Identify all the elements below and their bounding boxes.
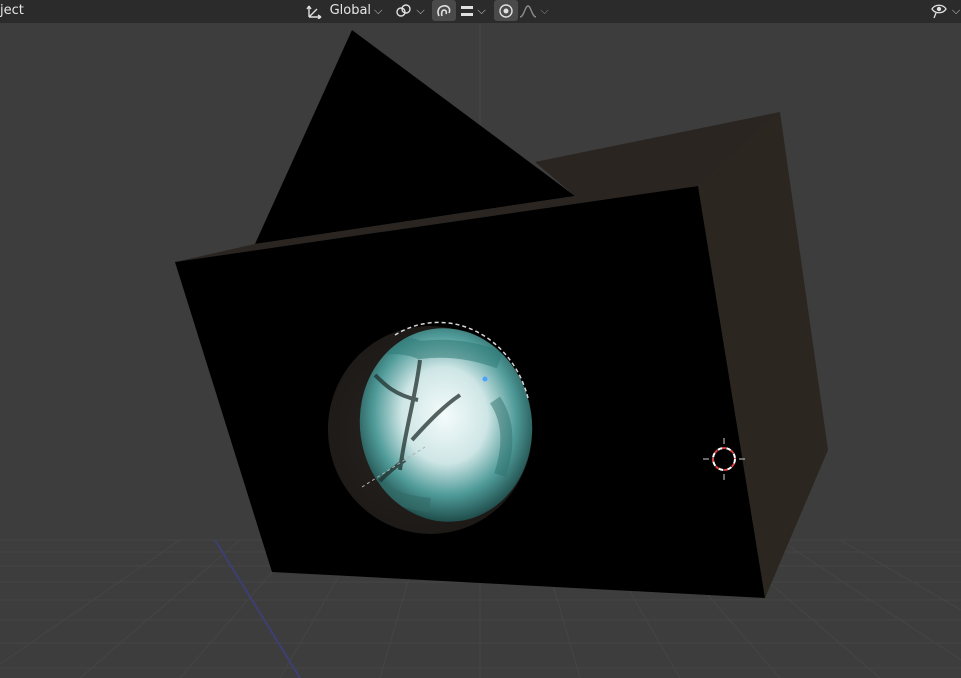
snap-target-dropdown[interactable]: ⌵ [456,0,490,21]
snap-magnet-icon [435,3,453,19]
falloff-curve-icon [519,4,537,18]
chevron-down-icon: ⌵ [477,3,486,17]
chevron-down-icon: ⌵ [951,3,961,17]
transform-orientation-icon [305,3,324,19]
object-visibility-dropdown[interactable]: ⌵ [930,0,961,21]
origin-point [482,376,488,382]
proportional-editing-icon [498,3,514,19]
chevron-down-icon: ⌵ [374,3,383,17]
3d-viewport[interactable]: ject Global ⌵ ⌵ ⌵ ⌵ ⌵ [0,0,961,678]
object-mode-label[interactable]: ject [0,0,40,21]
chevron-down-icon: ⌵ [416,3,425,17]
snap-toggle[interactable] [432,0,456,21]
viewport-header: ject Global ⌵ ⌵ ⌵ ⌵ ⌵ [0,0,961,23]
snap-increment-icon [460,4,474,18]
object-mode-text: ject [0,3,24,18]
chevron-down-icon: ⌵ [540,3,549,17]
proportional-editing-toggle[interactable] [494,0,518,21]
pivot-point-dropdown[interactable]: ⌵ [392,0,428,21]
transform-orientation-label: Global [329,3,372,18]
viewport-scene[interactable] [0,0,961,678]
transform-orientation-dropdown[interactable]: Global ⌵ [300,0,388,21]
eye-visibility-icon [931,3,949,19]
pivot-link-icon [395,3,413,19]
proportional-falloff-dropdown[interactable]: ⌵ [518,0,550,21]
